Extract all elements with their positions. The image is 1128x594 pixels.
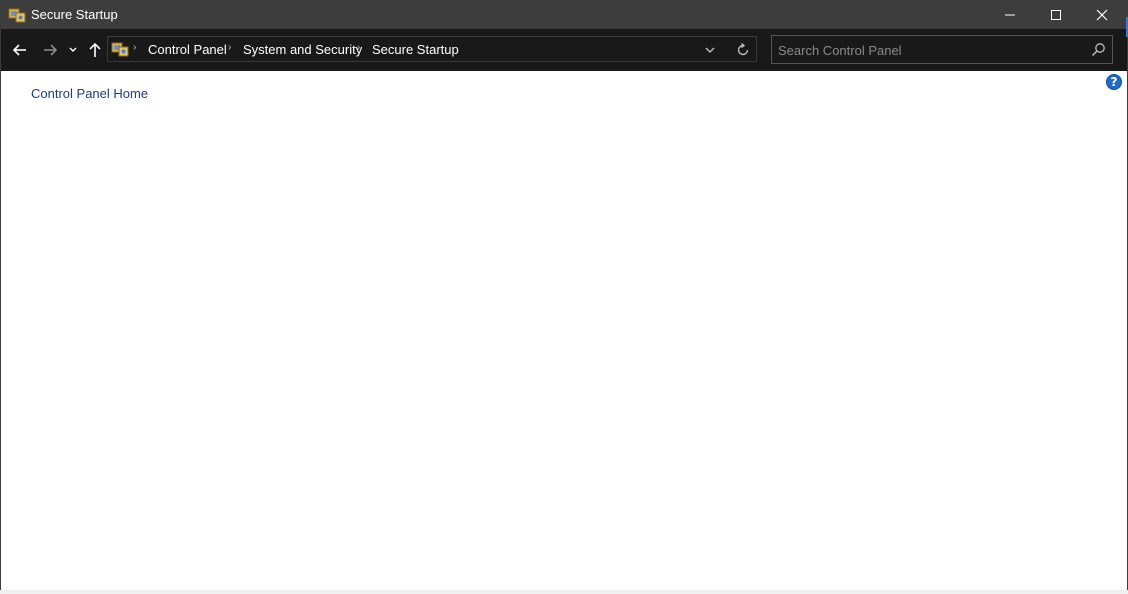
breadcrumb-separator-icon[interactable]: › xyxy=(228,42,231,53)
control-panel-icon xyxy=(111,42,129,57)
close-button[interactable] xyxy=(1079,1,1125,29)
search-input[interactable] xyxy=(778,40,1078,60)
window-title: Secure Startup xyxy=(31,7,118,22)
forward-button[interactable] xyxy=(40,39,60,61)
up-button[interactable] xyxy=(85,39,105,61)
control-panel-home-link[interactable]: Control Panel Home xyxy=(31,86,148,101)
back-button[interactable] xyxy=(10,39,30,61)
refresh-icon[interactable] xyxy=(735,42,751,58)
back-arrow-icon xyxy=(12,44,26,56)
breadcrumb-system-and-security[interactable]: System and Security xyxy=(243,42,362,57)
breadcrumb-secure-startup[interactable]: Secure Startup xyxy=(372,42,459,57)
maximize-button[interactable] xyxy=(1033,1,1079,29)
breadcrumb-control-panel[interactable]: Control Panel xyxy=(148,42,227,57)
secure-startup-window: Secure Startup › Control Panel › System … xyxy=(0,0,1128,592)
breadcrumb-separator-icon[interactable]: › xyxy=(133,42,136,53)
close-icon xyxy=(1096,9,1108,21)
control-panel-icon xyxy=(8,8,26,23)
recent-locations-button[interactable] xyxy=(66,39,80,61)
title-bar: Secure Startup xyxy=(1,1,1127,29)
chevron-down-icon[interactable] xyxy=(703,43,717,57)
main-content: Control Panel Home ? xyxy=(1,71,1127,591)
search-box xyxy=(771,35,1113,64)
up-arrow-icon xyxy=(89,42,101,57)
address-path[interactable]: › Control Panel › System and Security › … xyxy=(107,36,757,62)
background-window-strip xyxy=(0,590,1128,594)
address-bar: › Control Panel › System and Security › … xyxy=(1,29,1127,71)
minimize-icon xyxy=(1005,14,1015,16)
breadcrumb-separator-icon[interactable]: › xyxy=(357,42,360,53)
search-icon[interactable] xyxy=(1091,42,1106,57)
help-icon[interactable]: ? xyxy=(1106,74,1122,90)
maximize-icon xyxy=(1051,10,1061,20)
chevron-down-icon xyxy=(69,47,77,52)
minimize-button[interactable] xyxy=(987,1,1033,29)
forward-arrow-icon xyxy=(44,44,58,56)
